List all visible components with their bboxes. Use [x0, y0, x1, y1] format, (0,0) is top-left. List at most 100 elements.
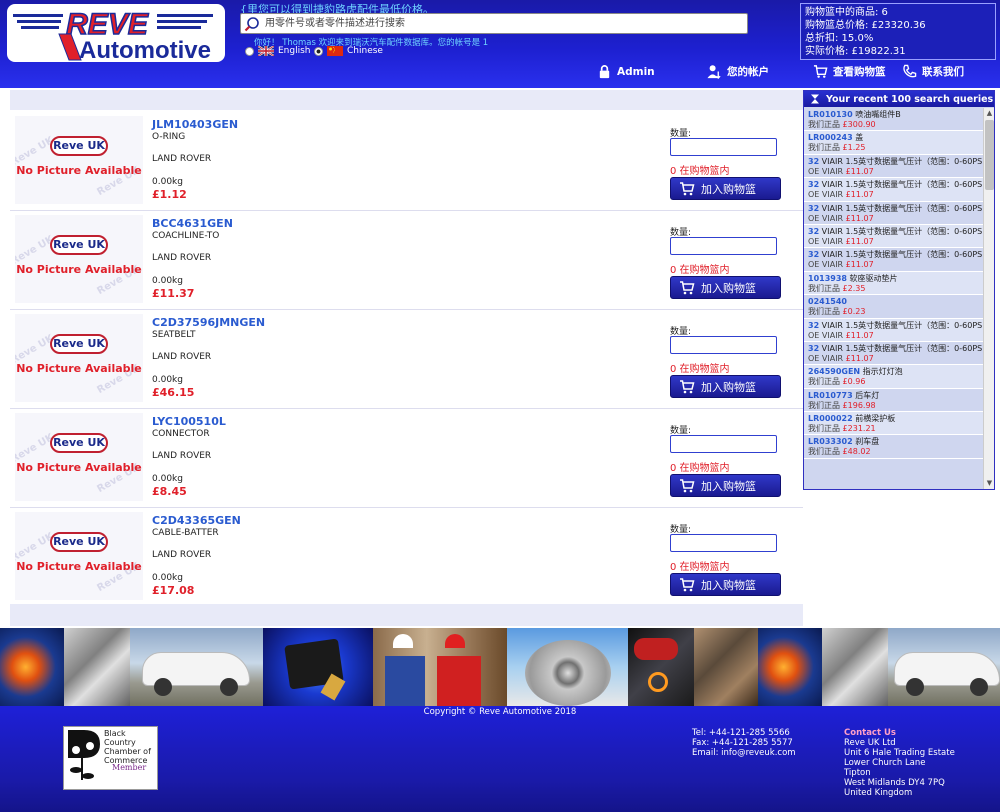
- address-line: Lower Church Lane: [844, 758, 926, 768]
- quantity-input[interactable]: [670, 336, 777, 354]
- recent-search-item[interactable]: 32 VIAIR 1.5英寸数据量气压计（范围：0-60PSI） OE VIAIR…: [804, 155, 984, 179]
- language-option-chinese[interactable]: Chinese: [314, 46, 383, 56]
- add-to-basket-button[interactable]: 加入购物篮: [670, 276, 781, 299]
- no-picture-label: No Picture Available: [16, 560, 142, 573]
- product-code-link[interactable]: C2D43365GEN: [152, 514, 241, 527]
- product-code-link[interactable]: JLM10403GEN: [152, 118, 238, 131]
- recent-search-code[interactable]: 32: [808, 344, 819, 353]
- product-image-placeholder[interactable]: Reve UK Reve UK Reve UK No Picture Avail…: [15, 215, 143, 303]
- recent-search-item[interactable]: 32 VIAIR 1.5英寸数据量气压计（范围：0-60PSI） OE VIAIR…: [804, 342, 984, 366]
- banner-photo-suv: [130, 628, 263, 706]
- recent-search-item[interactable]: 32 VIAIR 1.5英寸数据量气压计（范围：0-60PSI） OE VIAIR…: [804, 224, 984, 249]
- nav-account[interactable]: 您的帐户: [707, 64, 769, 79]
- product-code-link[interactable]: C2D37596JMNGEN: [152, 316, 265, 329]
- product-description: COACHLINE-TO: [152, 231, 220, 241]
- quantity-input[interactable]: [670, 435, 777, 453]
- recent-search-item[interactable]: 32 VIAIR 1.5英寸数据量气压计（范围：0-60PSI） OE VIAIR…: [804, 202, 984, 225]
- nav-contact-us[interactable]: 联系我们: [902, 64, 964, 79]
- language-option-english[interactable]: English: [245, 46, 311, 56]
- chamber-name-line: Black Country: [104, 729, 136, 747]
- basket-summary: 购物篮中的商品: 6 购物篮总价格: £23320.36 总折扣: 15.0% …: [800, 3, 996, 60]
- recent-search-code[interactable]: 32: [808, 321, 819, 330]
- recent-search-item[interactable]: LR010773 后车灯 我们正品 £196.98: [804, 389, 984, 413]
- quantity-input[interactable]: [670, 534, 777, 552]
- recent-searches-title: Your recent 100 search queries: [826, 93, 994, 105]
- recent-search-item[interactable]: 32 VIAIR 1.5英寸数据量气压计（范围：0-60PSI） OE VIAIR…: [804, 318, 984, 342]
- recent-search-item[interactable]: 264590GEN 指示灯灯泡 我们正品 £0.96: [804, 365, 984, 389]
- quantity-input[interactable]: [670, 237, 777, 255]
- add-to-basket-label: 加入购物篮: [701, 281, 756, 295]
- product-weight: 0.00kg: [152, 375, 183, 385]
- flag-uk-icon: [258, 46, 274, 56]
- english-radio[interactable]: [245, 46, 254, 56]
- in-basket-count: 0 在购物篮内: [670, 265, 730, 276]
- recent-search-code[interactable]: 1013938: [808, 274, 847, 283]
- product-make: LAND ROVER: [152, 550, 212, 560]
- recent-search-code[interactable]: LR010130: [808, 110, 853, 119]
- basket-actual-price: 实际价格: £19822.31: [805, 46, 906, 57]
- address-line: Reve UK Ltd: [844, 738, 896, 748]
- nav-view-basket[interactable]: 查看购物篮: [813, 64, 886, 79]
- nav-contact-us-label: 联系我们: [922, 66, 964, 78]
- recent-search-item[interactable]: 0241540 我们正品 £0.23: [804, 295, 984, 319]
- scroll-up-arrow-icon[interactable]: ▲: [985, 109, 994, 118]
- chamber-name: Black Country Chamber of Commerce: [104, 729, 157, 765]
- recent-search-price-label: 我们正品: [808, 447, 843, 457]
- reve-automotive-logo[interactable]: REVE Automotive: [7, 4, 225, 62]
- recent-search-price-label: 我们正品: [808, 400, 843, 410]
- recent-search-item[interactable]: 32 VIAIR 1.5英寸数据量气压计（范围：0-60PSI） OE VIAIR…: [804, 248, 984, 272]
- recent-search-code[interactable]: LR000243: [808, 133, 853, 142]
- recent-search-item[interactable]: LR000243 盖我们正品 £1.25: [804, 131, 984, 155]
- recent-searches-list: LR010130 喷油嘴组件B 我们正品 £300.90 LR000243 盖我们正…: [804, 108, 984, 459]
- add-to-basket-button[interactable]: 加入购物篮: [670, 474, 781, 497]
- nav-view-basket-label: 查看购物篮: [833, 66, 886, 78]
- search-input[interactable]: [265, 16, 745, 31]
- email-link[interactable]: Email: info@reveuk.com: [692, 748, 796, 758]
- search-box[interactable]: [240, 13, 748, 34]
- product-make: LAND ROVER: [152, 451, 212, 461]
- recent-search-code[interactable]: 32: [808, 157, 819, 166]
- nav-admin[interactable]: Admin: [597, 64, 655, 79]
- recent-search-item[interactable]: 32 VIAIR 1.5英寸数据量气压计（范围：0-60PSI） OE VIAIR…: [804, 178, 984, 202]
- recent-search-code[interactable]: LR033302: [808, 437, 853, 446]
- product-image-placeholder[interactable]: Reve UK Reve UK Reve UK No Picture Avail…: [15, 116, 143, 204]
- recent-searches-scrollbar[interactable]: ▲ ▼: [983, 108, 994, 489]
- product-row: Reve UK Reve UK Reve UK No Picture Avail…: [10, 508, 803, 607]
- recent-search-item[interactable]: LR000022 前横梁护板 我们正品 £231.21: [804, 412, 984, 436]
- recent-search-item[interactable]: LR033302 刹车盘 我们正品 £48.02: [804, 435, 984, 459]
- recent-search-code[interactable]: 0241540: [808, 297, 847, 306]
- add-to-basket-button[interactable]: 加入购物篮: [670, 177, 781, 200]
- recent-search-price-label: OE VIAIR: [808, 213, 846, 223]
- recent-search-code[interactable]: 32: [808, 180, 819, 189]
- product-image-placeholder[interactable]: Reve UK Reve UK Reve UK No Picture Avail…: [15, 314, 143, 402]
- product-code-link[interactable]: BCC4631GEN: [152, 217, 233, 230]
- chamber-name-line: Chamber of: [104, 747, 151, 756]
- product-weight: 0.00kg: [152, 573, 183, 583]
- recent-search-code[interactable]: 32: [808, 204, 819, 213]
- add-to-basket-button[interactable]: 加入购物篮: [670, 375, 781, 398]
- recent-search-item[interactable]: 1013938 软座驱动垫片 我们正品 £2.35: [804, 271, 984, 296]
- recent-search-code[interactable]: LR000022: [808, 414, 853, 423]
- scroll-thumb[interactable]: [985, 120, 994, 190]
- product-image-placeholder[interactable]: Reve UK Reve UK Reve UK No Picture Avail…: [15, 413, 143, 501]
- recent-search-price-label: 我们正品: [808, 283, 843, 293]
- contact-us-title[interactable]: Contact Us: [844, 728, 955, 738]
- recent-search-code[interactable]: LR010773: [808, 391, 853, 400]
- banner-photo-parking-sensor: [628, 628, 694, 706]
- logo-graphic: REVE Automotive: [13, 7, 213, 62]
- product-code-link[interactable]: LYC100510L: [152, 415, 226, 428]
- search-icon[interactable]: [244, 16, 260, 32]
- product-description: O-RING: [152, 132, 186, 142]
- quantity-input[interactable]: [670, 138, 777, 156]
- recent-search-code[interactable]: 264590GEN: [808, 367, 860, 376]
- recent-search-description: VIAIR 1.5英寸数据量气压计（范围：0-60PSI）: [819, 203, 984, 213]
- add-to-basket-button[interactable]: 加入购物篮: [670, 573, 781, 596]
- recent-search-code[interactable]: 32: [808, 227, 819, 236]
- recent-search-description: 后车灯: [852, 390, 880, 400]
- recent-search-code[interactable]: 32: [808, 250, 819, 259]
- product-image-placeholder[interactable]: Reve UK Reve UK Reve UK No Picture Avail…: [15, 512, 143, 600]
- chamber-of-commerce-badge[interactable]: Black Country Chamber of Commerce Member: [63, 726, 158, 790]
- recent-search-item[interactable]: LR010130 喷油嘴组件B 我们正品 £300.90: [804, 108, 984, 132]
- scroll-down-arrow-icon[interactable]: ▼: [985, 479, 994, 488]
- chinese-radio[interactable]: [314, 46, 323, 56]
